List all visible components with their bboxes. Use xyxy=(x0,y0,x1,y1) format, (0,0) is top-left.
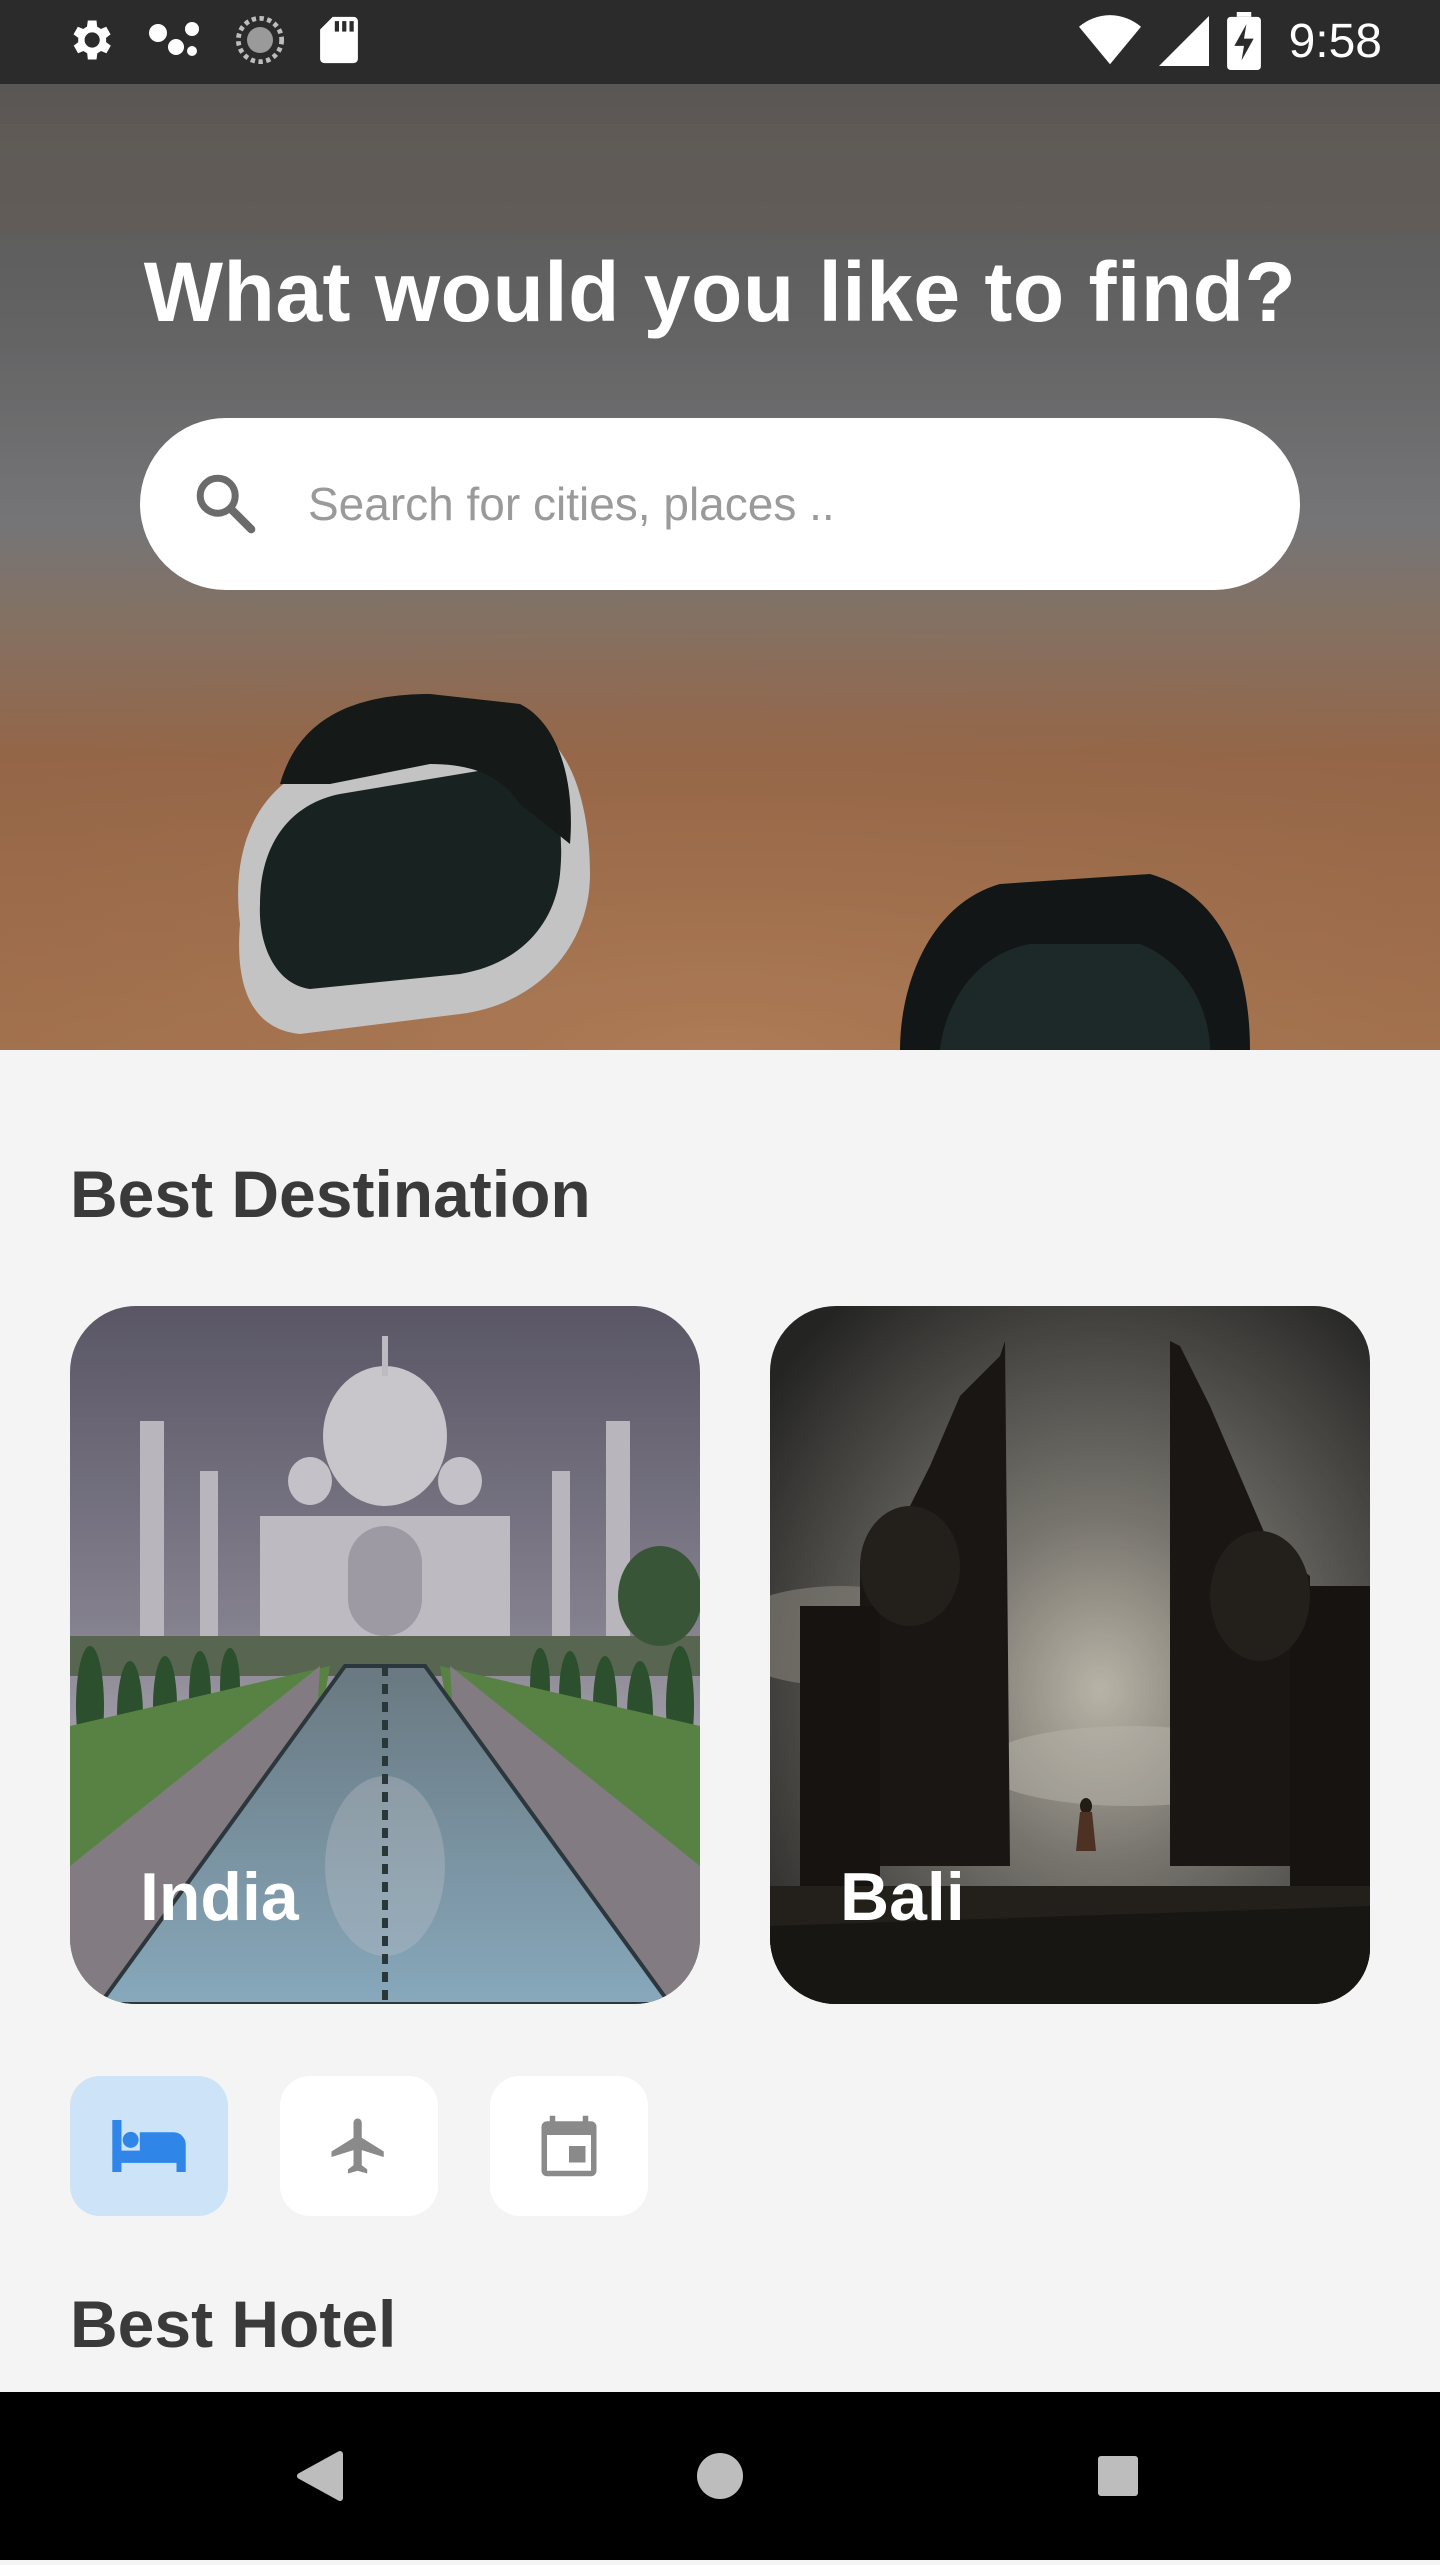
hero-title: What would you like to find? xyxy=(143,245,1297,339)
sync-icon xyxy=(235,15,285,65)
nav-home-button[interactable] xyxy=(636,2392,804,2560)
signal-icon xyxy=(1158,16,1209,66)
nav-back-button[interactable] xyxy=(238,2392,406,2560)
sd-card-icon xyxy=(320,16,358,64)
category-flight-button[interactable] xyxy=(280,2076,438,2216)
status-time: 9:58 xyxy=(1288,14,1382,68)
destination-label: India xyxy=(140,1859,299,1935)
category-event-button[interactable] xyxy=(490,2076,648,2216)
hero-banner: What would you like to find? xyxy=(0,84,1440,1050)
airplane-icon xyxy=(331,2118,384,2174)
system-nav-bar xyxy=(0,2392,1440,2560)
settings-icon xyxy=(73,20,111,60)
dots-icon xyxy=(149,22,199,56)
category-hotel-button[interactable] xyxy=(70,2076,228,2216)
destination-card-bali[interactable]: Bali xyxy=(770,1306,1370,2004)
battery-charging-icon xyxy=(1226,12,1261,70)
bed-icon xyxy=(112,2120,186,2172)
best-hotel-title: Best Hotel xyxy=(70,2287,397,2361)
home-icon xyxy=(697,2453,743,2499)
status-bar: 9:58 xyxy=(0,0,1440,84)
destination-card-india[interactable]: India xyxy=(70,1306,700,2004)
recents-icon xyxy=(1098,2456,1138,2496)
nav-recents-button[interactable] xyxy=(1034,2392,1202,2560)
back-icon xyxy=(297,2451,343,2501)
search-bar[interactable] xyxy=(140,418,1300,590)
calendar-icon xyxy=(541,2115,597,2177)
wifi-icon xyxy=(1078,15,1141,65)
destination-label: Bali xyxy=(840,1859,965,1935)
search-icon xyxy=(196,474,256,534)
best-destination-title: Best Destination xyxy=(70,1157,591,1231)
search-input[interactable] xyxy=(306,418,1266,590)
